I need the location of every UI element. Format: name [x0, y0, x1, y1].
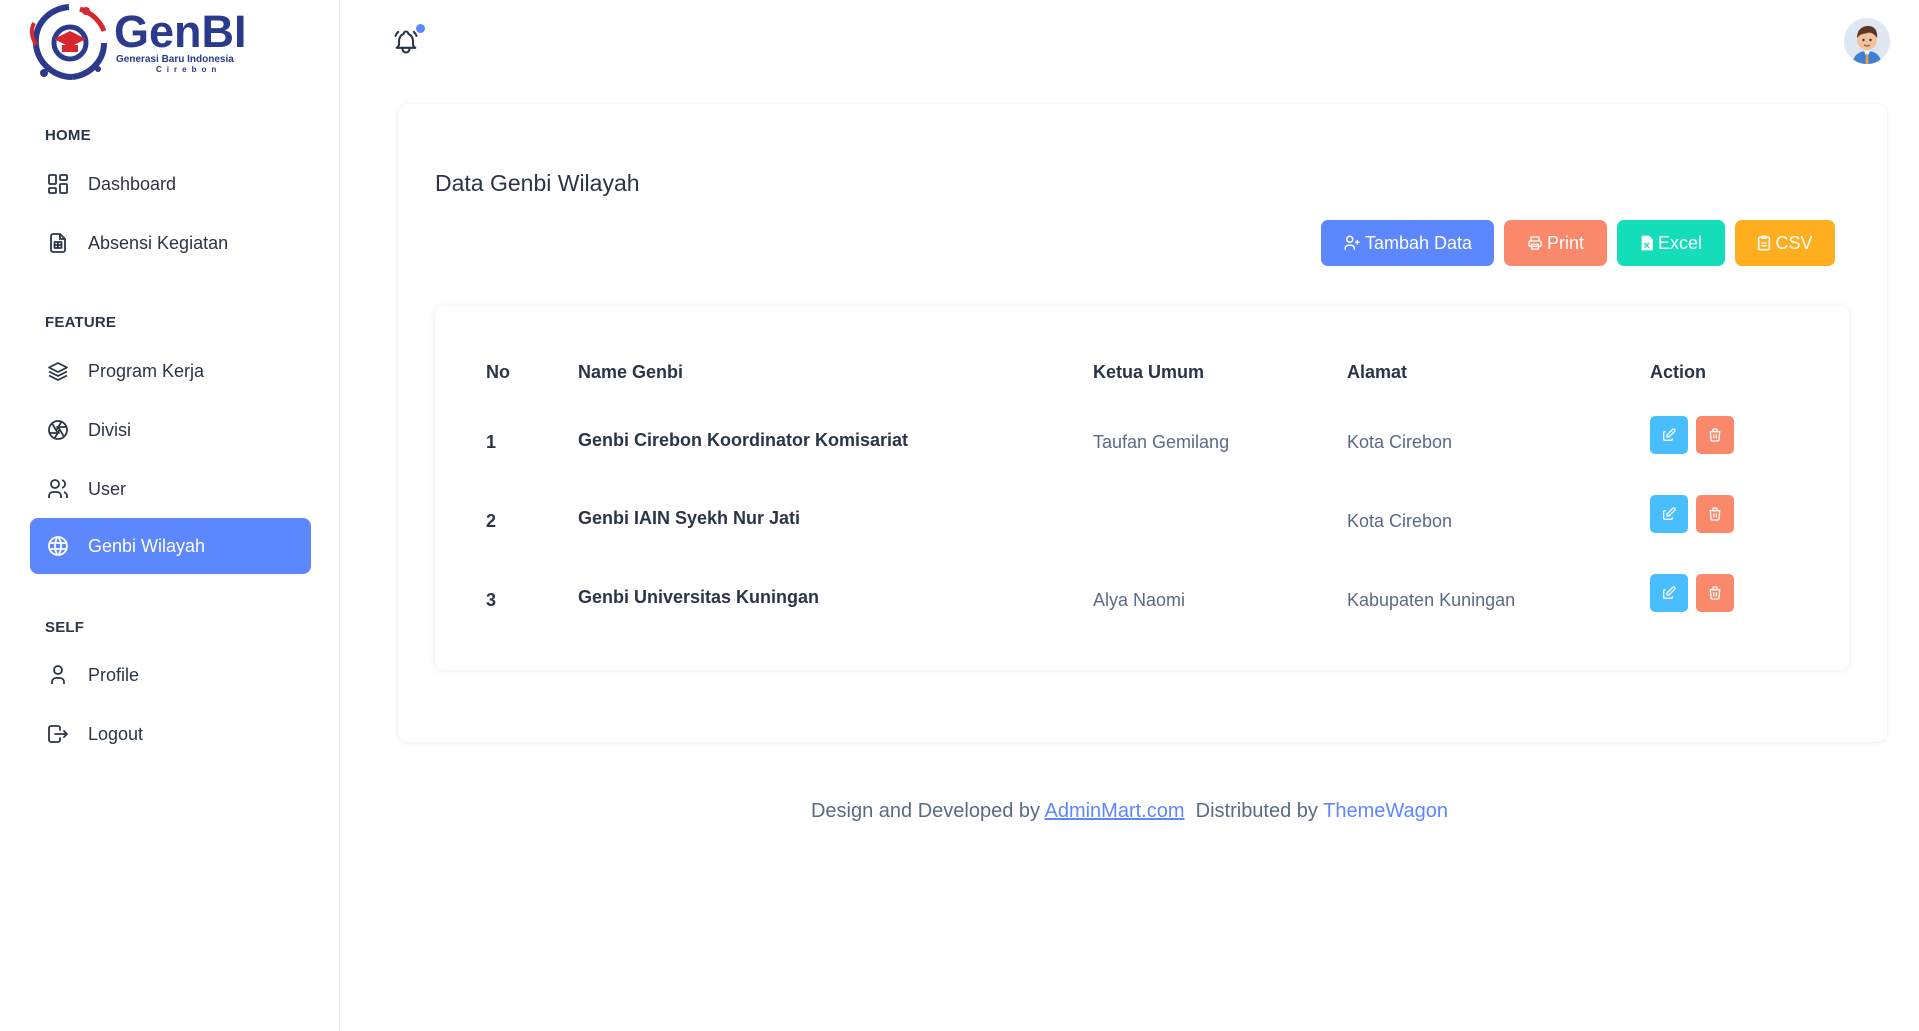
column-header-name: Name Genbi — [578, 362, 684, 382]
brand-logo[interactable]: GenBI Generasi Baru Indonesia Cirebon — [28, 2, 247, 82]
column-header-action: Action — [1650, 362, 1706, 382]
themewagon-link[interactable]: ThemeWagon — [1323, 800, 1448, 822]
column-header-ketua: Ketua Umum — [1093, 362, 1205, 382]
sidebar-item-label: Program Kerja — [88, 360, 205, 381]
sidebar-item-label: Profile — [88, 664, 140, 685]
print-label: Print — [1546, 232, 1584, 253]
trash-icon — [1709, 586, 1721, 600]
sidebar-item-absensi-kegiatan[interactable]: Absensi Kegiatan — [30, 215, 311, 271]
sidebar-item-genbi-wilayah[interactable]: Genbi Wilayah — [30, 518, 311, 574]
edit-icon — [1663, 428, 1676, 441]
row-1-ketua: Taufan Gemilang — [1093, 432, 1230, 452]
row-1-edit-button[interactable] — [1650, 416, 1688, 454]
row-2-name: Genbi IAIN Syekh Nur Jati — [578, 508, 801, 528]
page-title: Data Genbi Wilayah — [435, 170, 640, 196]
footer-prefix: Design and Developed by — [810, 800, 1041, 822]
logo-city: Cirebon — [156, 64, 222, 74]
notification-dot — [416, 24, 425, 33]
row-2-edit-button[interactable] — [1650, 495, 1688, 533]
sidebar-item-program-kerja[interactable]: Program Kerja — [30, 343, 311, 399]
sidebar-item-profile[interactable]: Profile — [30, 647, 311, 703]
sidebar-item-label: Genbi Wilayah — [88, 535, 206, 556]
edit-icon — [1663, 507, 1676, 520]
nav-section-home: HOME — [45, 127, 91, 144]
file-excel-icon — [1641, 235, 1653, 251]
sidebar-item-label: Logout — [88, 723, 144, 744]
excel-button[interactable]: Excel — [1617, 220, 1725, 266]
row-3-no: 3 — [486, 590, 497, 610]
users-icon — [44, 475, 72, 503]
world-icon — [44, 532, 72, 560]
column-header-no: No — [486, 362, 510, 382]
add-data-button[interactable]: Tambah Data — [1321, 220, 1494, 266]
sidebar: GenBI Generasi Baru Indonesia Cirebon HO… — [0, 0, 340, 1031]
nav-section-feature: FEATURE — [45, 314, 117, 331]
aperture-icon — [44, 416, 72, 444]
logo-word: GenBI — [114, 5, 247, 57]
genbi-table: No Name Genbi Ketua Umum Alamat Action 1… — [435, 306, 1849, 670]
sidebar-item-user[interactable]: User — [30, 461, 311, 517]
sidebar-item-dashboard[interactable]: Dashboard — [30, 156, 311, 212]
sidebar-item-divisi[interactable]: Divisi — [30, 402, 311, 458]
row-1-name: Genbi Cirebon Koordinator Komisariat — [578, 430, 909, 450]
row-1-alamat: Kota Cirebon — [1347, 432, 1453, 452]
printer-icon — [1528, 236, 1542, 250]
row-3-ketua: Alya Naomi — [1093, 590, 1186, 610]
file-csv-icon — [1758, 235, 1771, 251]
edit-icon — [1663, 586, 1676, 599]
trash-icon — [1709, 428, 1721, 442]
avatar-image — [1844, 18, 1890, 64]
adminmart-link[interactable]: AdminMart.com — [1044, 800, 1184, 822]
row-3-alamat: Kabupaten Kuningan — [1347, 590, 1516, 610]
file-report-icon — [44, 229, 72, 257]
column-header-alamat: Alamat — [1347, 362, 1408, 382]
avatar[interactable] — [1844, 18, 1890, 64]
row-2-alamat: Kota Cirebon — [1347, 511, 1453, 531]
footer-middle: Distributed by — [1195, 800, 1318, 822]
bell-icon[interactable] — [392, 28, 420, 56]
logout-icon — [44, 720, 72, 748]
row-2-no: 2 — [486, 511, 497, 531]
genbi-logo-mark-icon — [29, 4, 107, 80]
row-1-delete-button[interactable] — [1696, 416, 1734, 454]
genbi-wilayah-card: Data Genbi Wilayah Tambah Data Print Exc… — [398, 104, 1887, 742]
row-3-delete-button[interactable] — [1696, 574, 1734, 612]
row-3-name: Genbi Universitas Kuningan — [578, 587, 820, 607]
excel-label: Excel — [1657, 232, 1702, 253]
csv-label: CSV — [1775, 232, 1813, 253]
user-icon — [44, 661, 72, 689]
dashboard-icon — [44, 170, 72, 198]
logo-subtitle: Generasi Baru Indonesia — [116, 53, 234, 65]
sidebar-item-label: Divisi — [88, 419, 131, 440]
print-button[interactable]: Print — [1504, 220, 1607, 266]
add-data-label: Tambah Data — [1364, 232, 1473, 253]
user-plus-icon — [1344, 235, 1360, 250]
sidebar-item-label: Absensi Kegiatan — [88, 232, 229, 253]
row-3-edit-button[interactable] — [1650, 574, 1688, 612]
sidebar-item-label: Dashboard — [88, 173, 177, 194]
layers-icon — [44, 357, 72, 385]
sidebar-item-logout[interactable]: Logout — [30, 706, 311, 762]
csv-button[interactable]: CSV — [1735, 220, 1835, 266]
sidebar-item-label: User — [88, 478, 127, 499]
footer: Design and Developed by AdminMart.com Di… — [340, 800, 1919, 823]
row-1-no: 1 — [486, 432, 497, 452]
nav-section-self: SELF — [45, 619, 85, 636]
row-2-delete-button[interactable] — [1696, 495, 1734, 533]
trash-icon — [1709, 507, 1721, 521]
